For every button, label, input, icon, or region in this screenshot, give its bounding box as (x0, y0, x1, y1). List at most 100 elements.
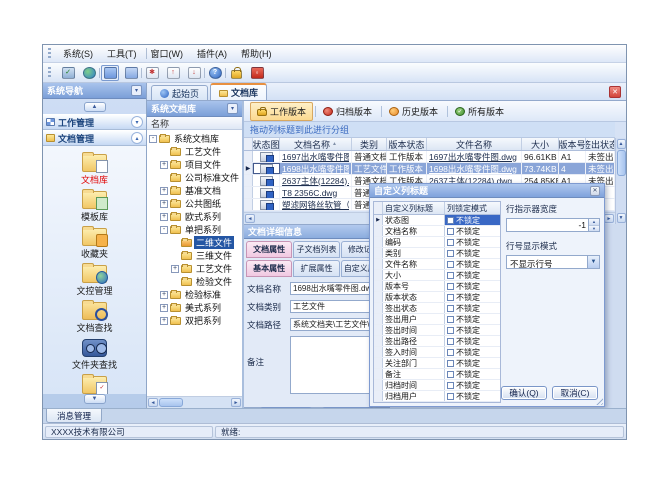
cancel-button[interactable]: 取消(C) (552, 386, 598, 400)
lock-checkbox[interactable] (447, 261, 454, 268)
column-header[interactable]: 版本号 (559, 138, 586, 150)
menu-item[interactable]: 工具(T) (100, 45, 144, 62)
title-column-header[interactable]: 自定义列标题 (383, 202, 445, 214)
tree-expander-icon[interactable] (160, 200, 168, 208)
toolbar-button[interactable] (122, 65, 140, 81)
lock-checkbox[interactable] (447, 217, 454, 224)
tree-node[interactable]: 工艺文件 (147, 262, 242, 275)
toolbar-button[interactable] (185, 65, 203, 81)
toolbar-button[interactable] (143, 65, 161, 81)
lock-checkbox[interactable] (447, 272, 454, 279)
lock-checkbox[interactable] (447, 239, 454, 246)
menu-item[interactable]: 系统(S) (56, 45, 100, 62)
tree-expander-icon[interactable] (160, 304, 168, 312)
tree-node[interactable]: 公共图纸 (147, 197, 242, 210)
sidebar-item[interactable]: 文控管理 (48, 262, 142, 299)
column-list-row[interactable]: 归档用户 不锁定 (374, 391, 500, 402)
column-list-row[interactable]: 文档名称 不锁定 (374, 226, 500, 237)
toolbar-button[interactable] (248, 65, 266, 81)
column-header[interactable]: 类别 (352, 138, 387, 150)
tree-node[interactable]: 欧式系列 (147, 210, 242, 223)
sidebar-item[interactable]: 模板库 (48, 188, 142, 225)
toolbar-button[interactable] (206, 65, 224, 81)
tree-node[interactable]: 系统文档库 (147, 132, 242, 145)
sidebar-item[interactable]: 文件夹查找 (48, 336, 142, 373)
chevron-icon[interactable] (131, 116, 143, 128)
menu-item[interactable]: 插件(A) (190, 45, 234, 62)
sidebar-item[interactable]: 签出的文档 (48, 373, 142, 394)
toolbar-button[interactable] (80, 65, 98, 81)
tree-node[interactable]: 项目文件 (147, 158, 242, 171)
lock-checkbox[interactable] (447, 294, 454, 301)
pin-icon[interactable]: ▾ (131, 85, 142, 96)
update-button[interactable]: 更新 (260, 407, 312, 408)
detail-tab[interactable]: 子文档列表 (293, 241, 339, 258)
lock-checkbox[interactable] (447, 371, 454, 378)
detail-subtab[interactable]: 基本属性 (246, 260, 292, 277)
scroll-up-icon[interactable]: ▲ (617, 139, 626, 149)
column-list-row[interactable]: 签出状态 不锁定 (374, 303, 500, 314)
version-filter-button[interactable]: 所有版本 (448, 102, 511, 121)
column-header[interactable]: 签出状态 (586, 138, 615, 150)
toolbar-button[interactable] (59, 65, 77, 81)
column-list-row[interactable]: 文件名称 不锁定 (374, 259, 500, 270)
column-header[interactable]: 状态图 (253, 138, 280, 150)
tree-node[interactable]: 工艺文件 (147, 145, 242, 158)
version-filter-button[interactable]: 归档版本 (316, 102, 379, 121)
lock-checkbox[interactable] (447, 360, 454, 367)
column-list-row[interactable]: 类别 不锁定 (374, 248, 500, 259)
sidebar-panel-header[interactable]: 工作管理 (43, 114, 146, 130)
toolbar-button[interactable] (101, 65, 119, 81)
toolbar-button[interactable] (164, 65, 182, 81)
group-by-bar[interactable]: 拖动列标题到此进行分组 (244, 122, 615, 138)
column-list-row[interactable]: 归档时间 不锁定 (374, 380, 500, 391)
tree-expander-icon[interactable] (160, 161, 168, 169)
lock-checkbox[interactable] (447, 382, 454, 389)
tree-horizontal-scrollbar[interactable]: ◄ ► (147, 396, 242, 408)
scrollbar-thumb[interactable] (159, 398, 183, 407)
lock-checkbox[interactable] (447, 283, 454, 290)
column-list-row[interactable]: 备注 不锁定 (374, 369, 500, 380)
sidebar-item[interactable]: 文档查找 (48, 299, 142, 336)
dropdown-arrow-icon[interactable]: ▼ (587, 256, 599, 268)
confirm-button[interactable]: 确认(Q) (501, 386, 547, 400)
sidebar-item[interactable]: 收藏夹 (48, 225, 142, 262)
tree-node[interactable]: 二维文件 (147, 236, 242, 249)
column-list-row[interactable]: 版本号 不锁定 (374, 281, 500, 292)
tree-expander-icon[interactable] (171, 265, 179, 273)
scrollbar-thumb[interactable] (617, 150, 626, 176)
version-filter-button[interactable]: 工作版本 (250, 102, 313, 121)
detail-tab[interactable]: 文档属性 (246, 241, 292, 258)
lock-checkbox[interactable] (447, 305, 454, 312)
toolbar-button[interactable] (227, 65, 245, 81)
column-header[interactable]: 版本状态 (387, 138, 427, 150)
spin-down-icon[interactable]: ▼ (589, 226, 599, 232)
tree-node[interactable]: 三维文件 (147, 249, 242, 262)
lock-checkbox[interactable] (447, 393, 454, 400)
column-list-row[interactable]: 版本状态 不锁定 (374, 292, 500, 303)
chevron-icon[interactable] (131, 132, 143, 144)
lock-checkbox[interactable] (447, 250, 454, 257)
tree-node[interactable]: 美式系列 (147, 301, 242, 314)
tree-expander-icon[interactable] (160, 187, 168, 195)
column-header[interactable]: 文档名称▲ (280, 138, 352, 150)
column-list-row[interactable]: 编码 不锁定 (374, 237, 500, 248)
tree-expander-icon[interactable] (160, 317, 168, 325)
document-tab[interactable]: 起始页 (151, 85, 208, 100)
table-row[interactable]: 1698出水嘴零件图.dwg 工艺文件 工作版本 1698出水嘴零件图.dwg … (244, 163, 615, 175)
tree-node[interactable]: 公司标准文件 (147, 171, 242, 184)
column-list-row[interactable]: 签入时间 不锁定 (374, 347, 500, 358)
close-tab-button[interactable]: ✕ (609, 86, 621, 98)
column-list-row[interactable]: 状态图 不锁定 (374, 215, 500, 226)
column-list-row[interactable]: 大小 不锁定 (374, 270, 500, 281)
tree-node[interactable]: 检验文件 (147, 275, 242, 288)
lock-checkbox[interactable] (447, 327, 454, 334)
column-header[interactable]: 文件名称 (427, 138, 522, 150)
column-list-row[interactable]: 签出时间 不锁定 (374, 325, 500, 336)
scroll-left-icon[interactable]: ◄ (245, 214, 255, 223)
column-list-row[interactable]: 关注部门 不锁定 (374, 358, 500, 369)
lock-checkbox[interactable] (447, 316, 454, 323)
column-list-row[interactable]: 签出用户 不锁定 (374, 314, 500, 325)
pin-icon[interactable]: ▾ (227, 103, 238, 114)
permission-button[interactable]: 权限 (322, 407, 374, 408)
